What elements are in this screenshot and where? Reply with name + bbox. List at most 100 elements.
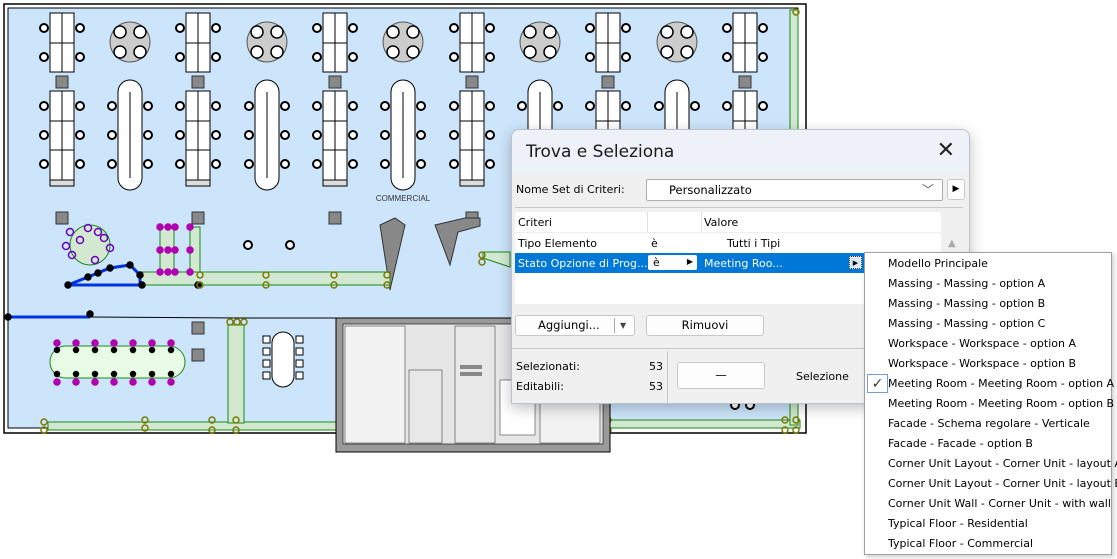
handle[interactable]	[72, 378, 80, 386]
handle[interactable]	[72, 346, 80, 354]
chair	[262, 371, 271, 380]
handle[interactable]	[148, 378, 156, 386]
handle[interactable]	[186, 246, 194, 254]
criteria-set-value: Personalizzato	[669, 183, 752, 197]
handle[interactable]	[4, 313, 12, 321]
handle[interactable]	[129, 339, 137, 347]
scroll-up-icon[interactable]: ▲	[948, 238, 956, 249]
handle[interactable]	[110, 370, 118, 378]
menu-item[interactable]: Corner Unit Layout - Corner Unit - layou…	[865, 454, 1117, 474]
handle[interactable]	[171, 246, 179, 254]
chair	[621, 52, 631, 62]
menu-item[interactable]: Typical Floor - Commercial	[865, 534, 1111, 554]
add-button[interactable]: Aggiungi... ▼	[515, 315, 635, 336]
chair	[107, 101, 117, 111]
menu-item[interactable]: Typical Floor - Residential	[865, 514, 1111, 534]
handle[interactable]	[148, 346, 156, 354]
handle[interactable]	[91, 370, 99, 378]
handle[interactable]	[53, 378, 61, 386]
menu-item[interactable]: Workspace - Workspace - option B	[865, 354, 1111, 374]
menu-item[interactable]: Corner Unit Wall - Corner Unit - with wa…	[865, 494, 1111, 514]
handle[interactable]	[167, 378, 175, 386]
handle[interactable]	[171, 268, 179, 276]
handle[interactable]	[86, 310, 94, 318]
menu-item-label: Massing - Massing - option B	[888, 297, 1046, 310]
handle[interactable]	[186, 268, 194, 276]
menu-item[interactable]: ✓ Meeting Room - Meeting Room - option A	[865, 374, 1114, 394]
handle[interactable]	[53, 339, 61, 347]
handle[interactable]	[148, 370, 156, 378]
chair	[75, 130, 85, 140]
handle[interactable]	[148, 339, 156, 347]
menu-item[interactable]: Massing - Massing - option B	[865, 294, 1111, 314]
menu-item-label: Modello Principale	[888, 257, 988, 270]
chair	[722, 101, 732, 111]
handle[interactable]	[110, 339, 118, 347]
chair	[175, 159, 185, 169]
criteria-set-dropdown[interactable]: Personalizzato ﹀	[646, 179, 943, 201]
handle[interactable]	[156, 246, 164, 254]
chair	[485, 101, 495, 111]
handle[interactable]	[129, 370, 137, 378]
menu-item[interactable]: Workspace - Workspace - option A	[865, 334, 1111, 354]
chair	[543, 45, 557, 59]
handle[interactable]	[164, 246, 172, 254]
value-menu-button[interactable]: ▶	[849, 256, 862, 269]
criteria-set-menu-button[interactable]: ▶	[947, 179, 965, 200]
menu-item[interactable]: Facade - Schema regolare - Verticale	[865, 414, 1111, 434]
handle[interactable]	[126, 261, 134, 269]
table-row[interactable]: Tipo Elemento è Tutti i Tipi	[515, 233, 941, 253]
menu-item[interactable]: Facade - Facade - option B	[865, 434, 1111, 454]
handle[interactable]	[91, 346, 99, 354]
handle[interactable]	[136, 271, 144, 279]
menu-item[interactable]: Modello Principale	[865, 254, 1111, 274]
handle[interactable]	[94, 269, 102, 277]
handle[interactable]	[164, 268, 172, 276]
handle[interactable]	[167, 339, 175, 347]
chair	[312, 130, 322, 140]
menu-item[interactable]: Massing - Massing - option A	[865, 274, 1111, 294]
menu-item[interactable]: Corner Unit Layout - Corner Unit - layou…	[865, 474, 1117, 494]
handle[interactable]	[91, 378, 99, 386]
handle[interactable]	[64, 281, 72, 289]
menu-item[interactable]: Massing - Massing - option C	[865, 314, 1111, 334]
handle[interactable]	[129, 378, 137, 386]
handle[interactable]	[72, 370, 80, 378]
chair	[680, 25, 694, 39]
operator-dropdown[interactable]: è ▶	[648, 255, 697, 270]
chair	[517, 101, 527, 111]
dialog-titlebar[interactable]: Trova e Seleziona ✕	[512, 130, 969, 174]
handle[interactable]	[72, 339, 80, 347]
handle[interactable]	[106, 264, 114, 272]
chair	[523, 25, 537, 39]
handle[interactable]	[110, 378, 118, 386]
menu-item[interactable]: Meeting Room - Meeting Room - option B	[865, 394, 1114, 414]
handle[interactable]	[84, 273, 92, 281]
dropdown-triangle-icon[interactable]: ▼	[620, 316, 626, 335]
handle[interactable]	[167, 346, 175, 354]
menu-item-label: Massing - Massing - option A	[888, 277, 1046, 290]
minus-button[interactable]: —	[677, 362, 765, 389]
row-criterion: Stato Opzione di Prog...	[518, 257, 648, 270]
handle[interactable]	[167, 370, 175, 378]
handle[interactable]	[91, 339, 99, 347]
handle[interactable]	[53, 346, 61, 354]
handle[interactable]	[110, 346, 118, 354]
chair	[262, 347, 271, 356]
handle[interactable]	[138, 281, 146, 289]
handle[interactable]	[156, 223, 164, 231]
handle[interactable]	[156, 268, 164, 276]
remove-button[interactable]: Rimuovi	[646, 315, 764, 336]
handle[interactable]	[129, 346, 137, 354]
chair	[270, 45, 284, 59]
chair	[39, 159, 49, 169]
menu-item-label: Workspace - Workspace - option B	[888, 357, 1076, 370]
menu-item-label: Facade - Schema regolare - Verticale	[888, 417, 1090, 430]
handle[interactable]	[164, 223, 172, 231]
close-icon[interactable]: ✕	[937, 140, 955, 162]
chair	[485, 52, 495, 62]
chair	[295, 371, 304, 380]
handle[interactable]	[171, 223, 179, 231]
handle[interactable]	[186, 223, 194, 231]
handle[interactable]	[53, 370, 61, 378]
